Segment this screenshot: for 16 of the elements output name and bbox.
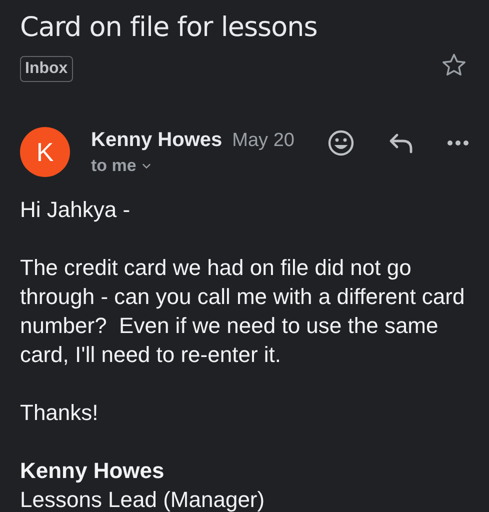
more-icon[interactable] xyxy=(447,140,469,146)
inbox-label[interactable]: Inbox xyxy=(20,56,73,82)
message-paragraph: Thanks! xyxy=(20,399,100,427)
message-paragraph: Hi Jahkya - xyxy=(20,196,132,224)
email-subject: Card on file for lessons xyxy=(20,11,318,45)
signature-role: Lessons Lead (Manager) xyxy=(20,486,266,512)
reply-icon[interactable] xyxy=(388,132,414,154)
chevron-down-icon[interactable] xyxy=(142,163,152,169)
sender-name: Kenny Howes xyxy=(91,129,222,152)
sender-avatar: K xyxy=(20,127,70,177)
signature-name: Kenny Howes xyxy=(20,457,166,485)
message-paragraph: The credit card we had on file did not go through - can you call me with a different card number? Even if we need to use the same card, I'll need to re-enter it. xyxy=(20,254,466,369)
recipient-dropdown[interactable]: to me xyxy=(91,156,152,176)
emoji-icon[interactable] xyxy=(327,129,355,157)
message-date: May 20 xyxy=(232,130,294,152)
star-icon[interactable] xyxy=(441,52,467,78)
